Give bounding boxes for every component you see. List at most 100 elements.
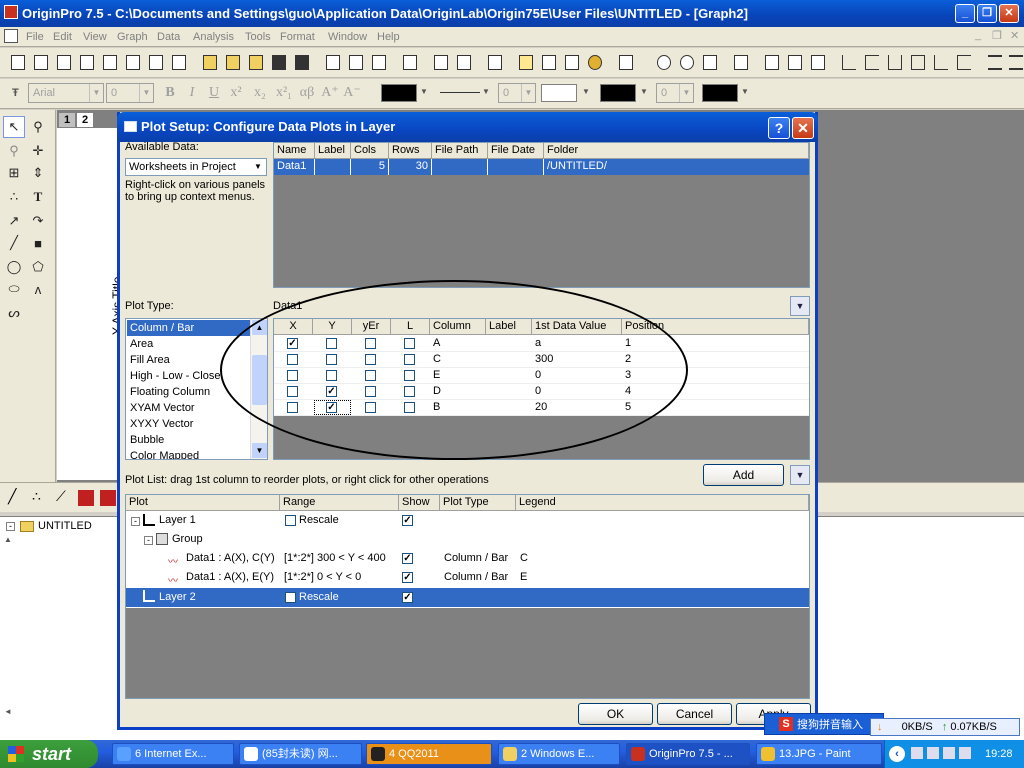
col-header-label[interactable]: Label (315, 143, 351, 159)
menu-graph[interactable]: Graph (117, 29, 148, 45)
rescale-icon[interactable] (731, 52, 751, 72)
align-more-icon[interactable] (1006, 52, 1024, 72)
plot2-legend[interactable]: E (520, 571, 527, 583)
open-icon[interactable] (200, 52, 220, 72)
list-item[interactable]: XYXY Vector (130, 416, 193, 432)
data-reader-icon[interactable]: ⇕ (27, 162, 49, 184)
scroll-down-icon[interactable]: ▼ (252, 443, 267, 458)
show-checkbox-layer1[interactable]: ✓ (402, 515, 413, 526)
col-header-range[interactable]: Range (280, 495, 399, 511)
new-graph-icon[interactable] (77, 52, 97, 72)
new-layout-icon[interactable] (146, 52, 166, 72)
rescale-checkbox-layer2[interactable] (285, 592, 296, 603)
align-left-icon[interactable] (985, 52, 1005, 72)
curved-arrow-icon[interactable]: ↷ (27, 210, 49, 232)
col-header-file-date[interactable]: File Date (488, 143, 544, 159)
col-header-plot[interactable]: Plot (126, 495, 280, 511)
list-item[interactable]: Fill Area (130, 352, 170, 368)
italic-button[interactable]: I (182, 83, 202, 103)
new-project-icon[interactable] (8, 52, 28, 72)
text-tool-icon[interactable]: T (27, 186, 49, 208)
layout-2-icon[interactable] (785, 52, 805, 72)
import-wizard-icon[interactable] (369, 52, 389, 72)
table-row[interactable]: Data1 5 30 /UNTITLED/ (274, 159, 809, 175)
mdi-close-icon[interactable]: ✕ (1010, 29, 1019, 42)
results-log-icon[interactable] (516, 52, 536, 72)
script-window-icon[interactable] (539, 52, 559, 72)
minimize-button[interactable]: _ (955, 4, 975, 23)
data-selector-icon[interactable]: ⊞ (3, 162, 25, 184)
scroll-left-icon[interactable]: ◄ (4, 707, 12, 716)
new-excel-icon[interactable] (54, 52, 74, 72)
save-template-icon[interactable] (292, 52, 312, 72)
plot2-range[interactable]: [1*:2*] 0 < Y < 0 (284, 571, 361, 583)
open-excel-icon[interactable] (246, 52, 266, 72)
ime-status-bar[interactable]: S 搜狗拼音输入 (764, 713, 884, 735)
circle-tool-icon[interactable]: ◯ (3, 256, 25, 278)
import-multiple-icon[interactable] (346, 52, 366, 72)
restore-button[interactable]: ❐ (977, 4, 997, 23)
menu-analysis[interactable]: Analysis (193, 29, 234, 45)
axes-lr-icon[interactable] (885, 52, 905, 72)
cancel-button[interactable]: Cancel (657, 703, 732, 725)
menu-data[interactable]: Data (157, 29, 180, 45)
region-tool-icon[interactable]: ⬭ (3, 278, 25, 300)
list-item[interactable]: High - Low - Close (130, 368, 220, 384)
list-item[interactable]: Column / Bar (127, 320, 250, 336)
new-notes-icon[interactable] (169, 52, 189, 72)
plot1-name[interactable]: Data1 : A(X), C(Y) (186, 552, 275, 564)
chevron-down-icon[interactable]: ▼ (640, 87, 648, 96)
add-options-button[interactable]: ▼ (790, 465, 810, 485)
line-width-combo[interactable]: 0 ▼ (498, 83, 536, 103)
font-size-combo[interactable]: 0 ▼ (106, 83, 154, 103)
polygon-tool-icon[interactable]: ⬠ (27, 256, 49, 278)
col-header-file-path[interactable]: File Path (432, 143, 488, 159)
layer1-label[interactable]: Layer 1 (159, 514, 196, 526)
task-windows-explorer[interactable]: 2 Windows E... (498, 743, 620, 765)
list-item[interactable]: Area (130, 336, 153, 352)
start-button[interactable]: start (0, 740, 98, 768)
menu-window[interactable]: Window (328, 29, 367, 45)
line-color-swatch[interactable] (600, 84, 636, 102)
plot2-name[interactable]: Data1 : A(X), E(Y) (186, 571, 274, 583)
layer2-row[interactable]: Layer 2 Rescale ✓ (126, 588, 809, 607)
menu-help[interactable]: Help (377, 29, 400, 45)
save-icon[interactable] (269, 52, 289, 72)
layer-tab-2[interactable]: 2 (76, 112, 94, 128)
polyline-tool-icon[interactable]: ʌ (27, 278, 49, 300)
add-button[interactable]: Add (703, 464, 784, 486)
underline-button[interactable]: U (204, 83, 224, 103)
dialog-close-button[interactable]: ✕ (792, 117, 814, 139)
show-checkbox-plot1[interactable]: ✓ (402, 553, 413, 564)
supsub-button[interactable]: x²₁ (274, 83, 294, 103)
ok-button[interactable]: OK (578, 703, 653, 725)
tray-expand-icon[interactable]: ‹ (889, 746, 905, 762)
arrow-tool-icon[interactable]: ↗ (3, 210, 25, 232)
line-style-icon[interactable] (440, 92, 480, 93)
freehand-tool-icon[interactable]: ᔕ (3, 302, 25, 324)
col-header-folder[interactable]: Folder (544, 143, 809, 159)
col-header-show[interactable]: Show (399, 495, 440, 511)
line-plot-icon[interactable]: ╱ (8, 488, 28, 508)
new-function-icon[interactable] (123, 52, 143, 72)
new-matrix-icon[interactable] (100, 52, 120, 72)
menu-file[interactable]: File (26, 29, 44, 45)
new-worksheet-icon[interactable] (31, 52, 51, 72)
pattern-color-swatch[interactable] (702, 84, 738, 102)
line-symbol-plot-icon[interactable]: ⟋ (56, 488, 76, 508)
layout-3-icon[interactable] (808, 52, 828, 72)
task-paint[interactable]: 13.JPG - Paint (756, 743, 882, 765)
custom-routine-icon[interactable] (585, 52, 605, 72)
list-item[interactable]: Color Mapped (130, 448, 199, 459)
font-combo[interactable]: Arial ▼ (28, 83, 104, 103)
pointer-icon[interactable]: ↖ (3, 116, 25, 138)
available-data-select[interactable]: Worksheets in Project ▼ (125, 158, 267, 176)
collapse-icon[interactable]: - (131, 517, 140, 526)
task-internet-explorer[interactable]: 6 Internet Ex... (112, 743, 234, 765)
decrease-font-button[interactable]: A⁻ (342, 83, 362, 103)
import-ascii-icon[interactable] (323, 52, 343, 72)
show-checkbox-plot2[interactable]: ✓ (402, 572, 413, 583)
draw-data-icon[interactable]: ∴ (3, 186, 25, 208)
help-button[interactable]: ? (768, 117, 790, 139)
chevron-down-icon[interactable]: ▼ (482, 87, 490, 96)
